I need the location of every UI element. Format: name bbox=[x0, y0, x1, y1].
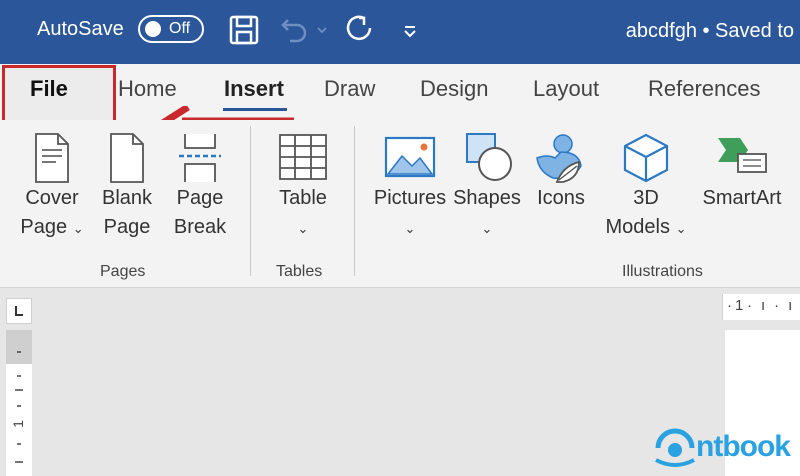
horizontal-ruler[interactable]: · 1 ·ı·ı bbox=[722, 294, 800, 320]
undo-dropdown-icon[interactable] bbox=[316, 26, 328, 36]
tab-design[interactable]: Design bbox=[420, 76, 488, 102]
group-separator bbox=[354, 126, 355, 276]
toggle-knob bbox=[145, 21, 161, 37]
watermark-text: ntbook bbox=[696, 430, 791, 463]
cover-page-icon bbox=[35, 133, 69, 183]
tab-file[interactable]: File bbox=[30, 76, 68, 102]
shapes-icon bbox=[466, 133, 512, 181]
table-icon bbox=[279, 134, 327, 180]
blank-page-icon bbox=[110, 133, 144, 183]
ruler-mark-1: 1 bbox=[735, 297, 744, 314]
ruler-ticks-right: ·ı·ı bbox=[747, 297, 800, 314]
tab-insert[interactable]: Insert bbox=[224, 76, 284, 102]
undo-icon[interactable] bbox=[280, 14, 310, 46]
3d-models-button[interactable]: 3D Models ⌄ bbox=[598, 132, 694, 243]
icons-icon bbox=[536, 134, 582, 183]
insert-ribbon: Cover Page ⌄ Blank Page Page Break Pages bbox=[0, 120, 800, 288]
pictures-icon bbox=[384, 136, 436, 178]
3d-models-label-2: Models bbox=[605, 216, 670, 238]
pictures-label: Pictures bbox=[373, 187, 447, 209]
vertical-ruler-ticks bbox=[15, 351, 23, 463]
cover-page-button[interactable]: Cover Page ⌄ bbox=[14, 132, 90, 243]
pictures-button[interactable]: Pictures ⌄ bbox=[370, 132, 450, 243]
vertical-ruler[interactable]: 1 bbox=[6, 330, 32, 476]
ruler-ticks-left: · bbox=[727, 297, 732, 314]
tab-home[interactable]: Home bbox=[118, 76, 177, 102]
table-label: Table bbox=[279, 187, 327, 209]
group-label-tables: Tables bbox=[276, 263, 323, 280]
3d-cube-icon bbox=[623, 133, 669, 183]
group-label-illustrations: Illustrations bbox=[622, 263, 703, 280]
shapes-label: Shapes bbox=[453, 187, 521, 209]
table-button[interactable]: Table ⌄ bbox=[268, 132, 338, 243]
page-break-label-1: Page bbox=[176, 187, 224, 209]
ntbook-logo-icon bbox=[655, 428, 695, 467]
autosave-state: Off bbox=[169, 20, 191, 37]
cover-page-label-2: Page bbox=[20, 216, 68, 238]
chevron-down-icon: ⌄ bbox=[675, 221, 687, 236]
autosave-toggle[interactable]: Off bbox=[138, 15, 204, 43]
smartart-icon bbox=[718, 138, 767, 173]
shapes-button[interactable]: Shapes ⌄ bbox=[452, 132, 522, 243]
blank-page-button[interactable]: Blank Page bbox=[94, 132, 160, 242]
smartart-button[interactable]: SmartArt bbox=[696, 132, 788, 213]
ribbon-tabs: Home Insert Draw Design Layout Reference… bbox=[0, 64, 800, 120]
save-icon[interactable] bbox=[228, 14, 260, 46]
page-break-icon bbox=[179, 134, 221, 182]
customize-toolbar-icon[interactable] bbox=[402, 24, 418, 40]
left-tab-icon bbox=[15, 306, 23, 316]
autosave-label: AutoSave bbox=[37, 18, 124, 40]
blank-page-label-1: Blank bbox=[101, 187, 153, 209]
group-separator bbox=[250, 126, 251, 276]
icons-label: Icons bbox=[537, 187, 585, 209]
chevron-down-icon: ⌄ bbox=[297, 221, 309, 236]
group-label-pages: Pages bbox=[100, 263, 146, 280]
tab-draw[interactable]: Draw bbox=[324, 76, 375, 102]
tab-references[interactable]: References bbox=[648, 76, 761, 102]
cover-page-label-1: Cover bbox=[25, 187, 79, 209]
tab-selector[interactable] bbox=[6, 298, 32, 324]
vertical-ruler-mark-1: 1 bbox=[9, 420, 26, 428]
chevron-down-icon: ⌄ bbox=[72, 221, 84, 236]
page-break-label-2: Break bbox=[173, 216, 227, 238]
page-break-button[interactable]: Page Break bbox=[166, 132, 234, 242]
blank-page-label-2: Page bbox=[103, 216, 151, 238]
3d-models-label-1: 3D bbox=[633, 187, 659, 209]
chevron-down-icon: ⌄ bbox=[404, 221, 416, 236]
document-status: abcdfgh • Saved to bbox=[625, 20, 794, 42]
tab-layout[interactable]: Layout bbox=[533, 76, 599, 102]
icons-button[interactable]: Icons bbox=[530, 132, 592, 213]
chevron-down-icon: ⌄ bbox=[481, 221, 493, 236]
redo-icon[interactable] bbox=[346, 14, 376, 46]
smartart-label: SmartArt bbox=[702, 187, 782, 209]
title-bar: AutoSave Off abcdfgh • Saved to bbox=[0, 0, 800, 64]
